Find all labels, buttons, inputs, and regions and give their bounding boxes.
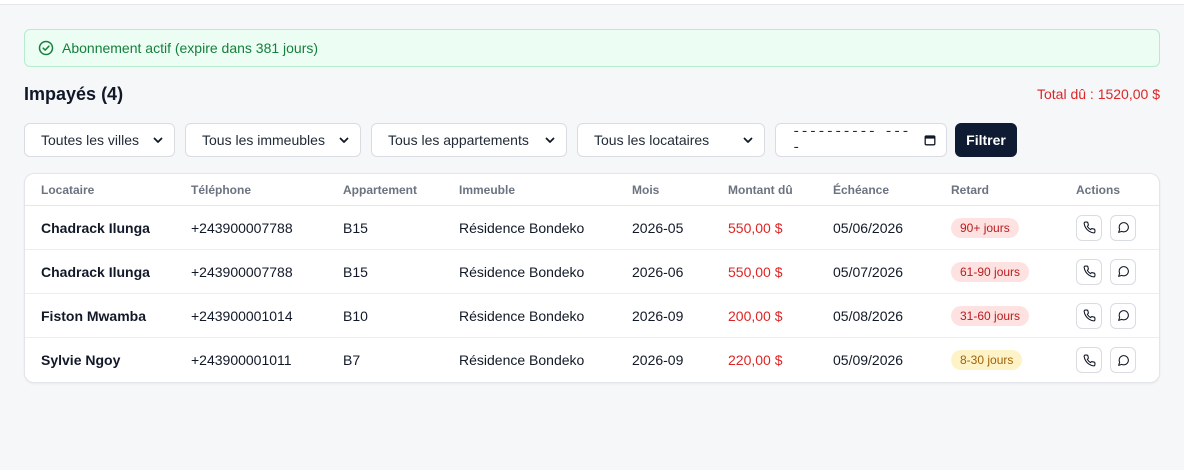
amount-due: 220,00 $: [728, 352, 783, 368]
due-date: 05/08/2026: [833, 307, 904, 324]
building: Résidence Bondeko: [459, 263, 585, 280]
header-apartment: Appartement: [343, 182, 418, 197]
header-actions: Actions: [1076, 182, 1121, 197]
title-row: Impayés (4) Total dû : 1520,00 $: [24, 82, 1160, 106]
tenant-name: Chadrack Ilunga: [41, 263, 150, 280]
row-actions: [1076, 206, 1136, 249]
apartment: B15: [343, 263, 368, 280]
month: 2026-05: [632, 219, 684, 236]
late-badge-cell: 31-60 jours: [951, 294, 1030, 337]
message-circle-icon: [1117, 310, 1129, 321]
month: 2026-09: [632, 352, 684, 368]
apartment: B15: [343, 219, 368, 236]
tenant-name: Fiston Mwamba: [41, 307, 147, 324]
phone-number: +243900007788: [191, 219, 293, 236]
message-circle-icon: [1117, 266, 1129, 277]
row-actions: [1076, 250, 1136, 293]
header-month: Mois: [632, 182, 660, 197]
tenant-name: Sylvie Ngoy: [41, 352, 121, 368]
banner-text: Abonnement actif (expire dans 381 jours): [62, 40, 319, 56]
late-badge: 61-90 jours: [951, 261, 1030, 282]
row-actions: [1076, 294, 1136, 337]
building: Résidence Bondeko: [459, 219, 585, 236]
late-badge: 8-30 jours: [951, 350, 1023, 370]
city-select-value: Toutes les villes: [41, 132, 140, 148]
apartment: B7: [343, 352, 361, 368]
phone-icon: [1083, 265, 1095, 278]
phone-number: +243900007788: [191, 263, 293, 280]
late-badge: 31-60 jours: [951, 305, 1030, 326]
calendar-icon[interactable]: [924, 134, 936, 146]
table-row: Fiston Mwamba +243900001014 B10 Résidenc…: [25, 294, 1159, 338]
unpaid-table: Locataire Téléphone Appartement Immeuble…: [24, 173, 1160, 383]
message-circle-icon: [1117, 354, 1129, 366]
header-amount: Montant dû: [728, 182, 793, 197]
message-button[interactable]: [1110, 258, 1136, 285]
city-select[interactable]: Toutes les villes: [24, 123, 175, 157]
phone-icon: [1083, 354, 1095, 366]
header-due: Échéance: [833, 182, 890, 197]
chevron-down-icon: [338, 134, 350, 146]
apartment-select[interactable]: Tous les appartements: [371, 123, 567, 157]
filter-bar: Toutes les villes Tous les immeubles Tou…: [24, 123, 1017, 157]
amount-due: 200,00 $: [728, 307, 783, 324]
table-row: Sylvie Ngoy +243900001011 B7 Résidence B…: [25, 338, 1159, 382]
due-date: 05/06/2026: [833, 219, 904, 236]
table-row: Chadrack Ilunga +243900007788 B15 Réside…: [25, 250, 1159, 294]
tenant-select-value: Tous les locataires: [594, 132, 710, 148]
chevron-down-icon: [544, 134, 556, 146]
apartment-select-value: Tous les appartements: [388, 132, 529, 148]
due-date: 05/09/2026: [833, 352, 904, 368]
call-button[interactable]: [1076, 214, 1102, 241]
tenant-select[interactable]: Tous les locataires: [577, 123, 765, 157]
page-title: Impayés (4): [24, 84, 123, 105]
table-header: Locataire Téléphone Appartement Immeuble…: [25, 174, 1159, 206]
due-date: 05/07/2026: [833, 263, 904, 280]
filter-button[interactable]: Filtrer: [955, 123, 1017, 157]
chevron-down-icon: [742, 134, 754, 146]
call-button[interactable]: [1076, 258, 1102, 285]
building: Résidence Bondeko: [459, 307, 585, 324]
late-badge-cell: 8-30 jours: [951, 338, 1023, 382]
header-late: Retard: [951, 182, 990, 197]
call-button[interactable]: [1076, 347, 1102, 373]
message-circle-icon: [1117, 222, 1129, 233]
amount-due: 550,00 $: [728, 263, 783, 280]
building-select-value: Tous les immeubles: [202, 132, 325, 148]
top-bar: [0, 0, 1184, 5]
table-row: Chadrack Ilunga +243900007788 B15 Réside…: [25, 206, 1159, 250]
building-select[interactable]: Tous les immeubles: [185, 123, 361, 157]
page-title-text: Impayés: [24, 83, 97, 104]
phone-icon: [1083, 221, 1095, 234]
phone-icon: [1083, 309, 1095, 322]
call-button[interactable]: [1076, 302, 1102, 329]
subscription-banner: Abonnement actif (expire dans 381 jours): [24, 29, 1160, 67]
apartment: B10: [343, 307, 368, 324]
total-due: Total dû : 1520,00 $: [1037, 86, 1160, 102]
date-input-value: ---------- ----: [792, 124, 910, 156]
building: Résidence Bondeko: [459, 352, 585, 368]
chevron-down-icon: [152, 134, 164, 146]
header-phone: Téléphone: [191, 182, 252, 197]
late-badge-cell: 61-90 jours: [951, 250, 1030, 293]
month-date-input[interactable]: ---------- ----: [775, 123, 947, 157]
tenant-name: Chadrack Ilunga: [41, 219, 150, 236]
message-button[interactable]: [1110, 347, 1136, 373]
phone-number: +243900001011: [191, 352, 292, 368]
message-button[interactable]: [1110, 214, 1136, 241]
header-building: Immeuble: [459, 182, 516, 197]
late-badge: 90+ jours: [951, 217, 1019, 238]
row-actions: [1076, 338, 1136, 382]
late-badge-cell: 90+ jours: [951, 206, 1019, 249]
unpaid-count: (4): [101, 83, 124, 104]
month: 2026-06: [632, 263, 684, 280]
month: 2026-09: [632, 307, 684, 324]
check-circle-icon: [38, 40, 54, 56]
phone-number: +243900001014: [191, 307, 293, 324]
header-tenant: Locataire: [41, 182, 95, 197]
amount-due: 550,00 $: [728, 219, 783, 236]
message-button[interactable]: [1110, 302, 1136, 329]
